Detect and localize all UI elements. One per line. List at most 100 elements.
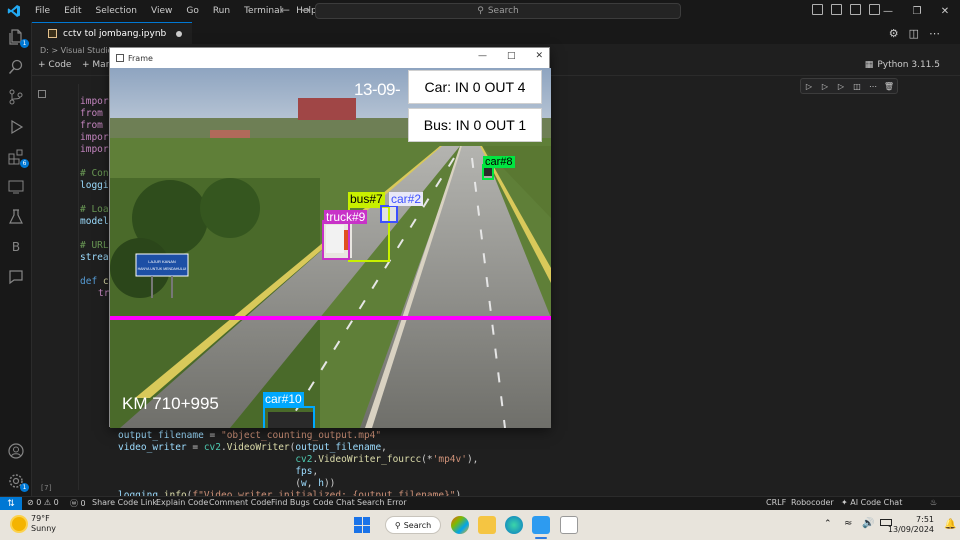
cell-border	[78, 84, 79, 490]
line-ending-indicator[interactable]: CRLF	[766, 498, 786, 507]
restore-icon[interactable]: ❐	[905, 0, 929, 22]
menu-go[interactable]: Go	[179, 0, 205, 22]
remote-indicator-icon[interactable]: ⇅	[0, 497, 22, 511]
title-bar: File Edit Selection View Go Run Terminal…	[0, 0, 960, 22]
problems-indicator[interactable]: ⊘ 0 ⚠ 0	[27, 498, 59, 507]
copilot-icon[interactable]	[451, 516, 469, 534]
code-line: model	[80, 216, 109, 227]
accounts-icon[interactable]	[7, 442, 25, 460]
split-editor-icon[interactable]: ◫	[909, 27, 919, 40]
tray-overflow-chevron-icon[interactable]: ⌃	[824, 519, 832, 529]
kernel-picker[interactable]: ▦ Python 3.11.5	[865, 60, 940, 70]
robocoder-button[interactable]: Robocoder	[791, 498, 834, 507]
execute-below-icon[interactable]: ▷	[833, 79, 849, 93]
search-sidebar-icon[interactable]	[7, 58, 25, 76]
chat-icon[interactable]	[7, 268, 25, 286]
kernel-icon: ▦	[864, 60, 874, 70]
file-explorer-icon[interactable]	[478, 516, 496, 534]
code-line: tr	[98, 288, 110, 299]
toggle-secondary-sidebar-icon[interactable]	[850, 4, 861, 15]
video-frame: LAJUR KANAN HANYA UNTUK MENDAHULUI 13-09…	[110, 68, 551, 428]
code-line: (w, h))	[118, 478, 336, 489]
editor-tab-bar: cctv tol jombang.ipynb ⚙ ◫ ⋯	[32, 22, 960, 44]
toggle-panel-icon[interactable]	[831, 4, 842, 15]
delete-cell-icon[interactable]: 🗑	[881, 79, 897, 93]
weather-widget[interactable]: 79°F Sunny	[12, 514, 56, 534]
source-control-icon[interactable]	[7, 88, 25, 106]
activity-bar: 1 6 B 1	[0, 22, 32, 496]
frame-maximize-icon[interactable]: □	[507, 51, 516, 61]
detection-label-truck-9: truck#9	[324, 210, 368, 224]
add-code-cell-button[interactable]: + Code	[38, 60, 71, 70]
more-actions-icon[interactable]: ⋯	[929, 27, 940, 40]
wifi-icon[interactable]: ≈	[844, 518, 852, 529]
frame-close-icon[interactable]: ✕	[535, 51, 543, 61]
notifications-bell-icon[interactable]: ♨	[930, 498, 937, 507]
tab-notebook[interactable]: cctv tol jombang.ipynb	[32, 22, 193, 44]
settings-gear-icon[interactable]: ⚙	[889, 27, 899, 40]
bus-counter: Bus: IN 0 OUT 1	[408, 108, 542, 142]
split-cell-icon[interactable]: ◫	[849, 79, 865, 93]
ai-chat-icon: ✦	[841, 498, 851, 507]
execute-above-icon[interactable]: ▷	[817, 79, 833, 93]
code-chat-button[interactable]: Code Chat	[313, 498, 355, 507]
clock-date: 13/09/2024	[887, 525, 934, 534]
remote-explorer-icon[interactable]	[7, 178, 25, 196]
notebook-file-icon	[48, 29, 57, 38]
system-clock[interactable]: 7:51 13/09/2024	[888, 515, 934, 535]
ports-indicator[interactable]: ⓦ 0	[70, 498, 86, 509]
edge-browser-icon[interactable]	[505, 516, 523, 534]
code-line: fps,	[295, 466, 319, 477]
menu-view[interactable]: View	[144, 0, 179, 22]
close-icon[interactable]: ✕	[933, 0, 957, 22]
collapse-cell-icon[interactable]	[38, 90, 46, 98]
explorer-icon[interactable]: 1	[7, 28, 29, 48]
weather-condition: Sunny	[31, 524, 57, 533]
detection-label-car-8: car#8	[483, 156, 515, 168]
run-debug-icon[interactable]	[7, 118, 25, 136]
detection-box-truck-9	[322, 220, 350, 260]
comment-code-button[interactable]: Comment Code	[209, 498, 271, 507]
forward-arrow-icon[interactable]: →	[300, 3, 310, 17]
ai-code-chat-button[interactable]: ✦ AI Code Chat	[841, 498, 902, 507]
plus-icon: +	[38, 60, 46, 70]
frame-window[interactable]: Frame — □ ✕ LAJUR KANAN HANYA UNTUK MEND…	[109, 47, 551, 428]
volume-icon[interactable]: 🔊	[862, 518, 874, 529]
clock-time: 7:51	[916, 515, 934, 524]
back-arrow-icon[interactable]: ←	[280, 3, 290, 17]
active-app-indicator	[535, 537, 547, 539]
extensions-badge: 6	[20, 159, 29, 168]
unsaved-dot-icon[interactable]	[176, 30, 183, 37]
car-counter: Car: IN 0 OUT 4	[408, 70, 542, 104]
blackbox-icon[interactable]: B	[7, 238, 25, 256]
run-by-line-icon[interactable]: ▷	[801, 79, 817, 93]
notification-center-bell-icon[interactable]: 🔔	[944, 519, 956, 530]
command-center-search[interactable]: ⚲ Search	[315, 3, 681, 19]
tab-label: cctv tol jombang.ipynb	[63, 28, 167, 39]
taskbar-search-button[interactable]: ⚲ Search	[385, 516, 441, 534]
explain-code-button[interactable]: Explain Code	[156, 498, 208, 507]
search-icon: ⚲	[394, 520, 401, 530]
start-button-icon[interactable]	[354, 517, 370, 533]
menu-run[interactable]: Run	[206, 0, 237, 22]
vscode-taskbar-icon[interactable]	[532, 516, 550, 534]
menu-selection[interactable]: Selection	[89, 0, 144, 22]
windows-taskbar: 79°F Sunny ⚲ Search ⌃ ≈ 🔊 7:51 13/09/202…	[0, 510, 960, 540]
detection-box-car-2	[380, 205, 398, 223]
cell-more-icon[interactable]: ⋯	[865, 79, 881, 93]
toggle-sidebar-icon[interactable]	[812, 4, 823, 15]
frame-minimize-icon[interactable]: —	[478, 51, 487, 61]
search-error-button[interactable]: Search Error	[357, 498, 407, 507]
manage-gear-icon[interactable]: 1	[7, 472, 29, 492]
menu-file[interactable]: File	[28, 0, 57, 22]
extensions-icon[interactable]: 6	[7, 148, 29, 168]
road-sign-line-2: HANYA UNTUK MENDAHULUI	[138, 267, 187, 271]
notepad-icon[interactable]	[560, 516, 578, 534]
detection-label-car-10: car#10	[263, 392, 304, 406]
testing-icon[interactable]	[7, 208, 25, 226]
find-bugs-button[interactable]: Find Bugs	[271, 498, 310, 507]
menu-edit[interactable]: Edit	[57, 0, 88, 22]
minimize-icon[interactable]: —	[876, 0, 900, 22]
share-code-link-button[interactable]: Share Code Link	[92, 498, 157, 507]
cell-toolbar: ▷ ▷ ▷ ◫ ⋯ 🗑	[800, 78, 898, 94]
